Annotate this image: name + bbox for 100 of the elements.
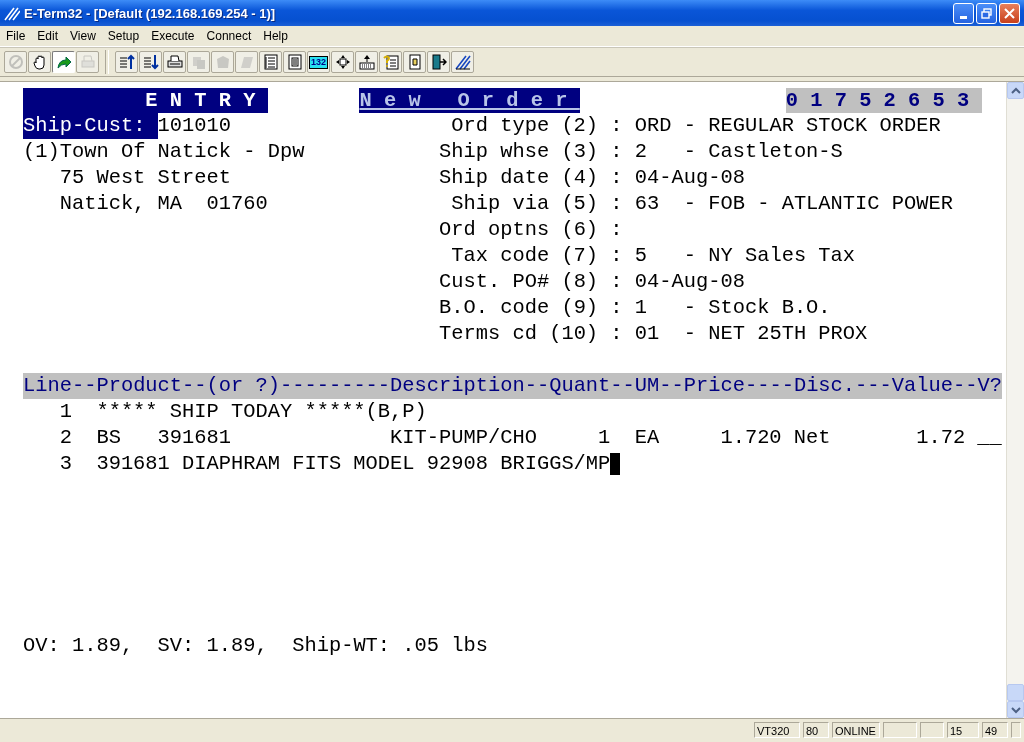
status-pane: VT320 xyxy=(754,721,800,738)
curved-arrow-icon xyxy=(55,54,72,70)
field-label: Ship whse (3) xyxy=(439,139,599,165)
screen-banner: ENTRY xyxy=(23,87,268,113)
menu-item[interactable]: Help xyxy=(257,28,294,44)
menu-item[interactable]: Setup xyxy=(101,28,146,44)
field-label: Ship date (4) xyxy=(439,165,599,191)
field-value[interactable]: 1 - Stock B.O. xyxy=(634,295,831,321)
prohibit-icon xyxy=(7,54,24,70)
screen-banner: New Order xyxy=(359,87,580,113)
field-label: Cust. PO# (8) xyxy=(439,269,599,295)
table-cell-text: Net xyxy=(793,425,832,451)
menu-item[interactable]: File xyxy=(0,28,32,44)
customer-name: Town Of Natick - Dpw xyxy=(59,139,305,165)
status-pane: 80 xyxy=(803,721,829,738)
input-field[interactable]: __ xyxy=(977,425,1002,451)
field-label: Ord type (2) xyxy=(450,113,599,139)
toolbar-button[interactable] xyxy=(331,51,354,73)
app-logo-icon xyxy=(4,5,20,21)
toolbar-button[interactable] xyxy=(259,51,282,73)
colon-separator: : xyxy=(610,113,623,139)
status-pane: 15 xyxy=(947,721,979,738)
menu-item[interactable]: Connect xyxy=(200,28,258,44)
table-cell-text: 1.72 xyxy=(916,425,967,451)
table-cell-text: BS xyxy=(96,425,122,451)
field-value[interactable]: ORD - REGULAR STOCK ORDER xyxy=(634,113,941,139)
table-cell-text: KIT-PUMP/CHO xyxy=(390,425,538,451)
copy-icon xyxy=(190,54,207,70)
scrollbar[interactable] xyxy=(1006,82,1024,718)
lines-up-arrow-icon xyxy=(118,54,135,70)
window-title: E-Term32 - [Default (192.168.169.254 - 1)] xyxy=(24,5,277,21)
colon-separator: : xyxy=(610,321,623,347)
minimize-icon xyxy=(960,15,967,19)
field-value[interactable]: 2 - Castleton-S xyxy=(634,139,843,165)
colon-separator: : xyxy=(610,295,623,321)
comment-text: 391681 DIAPHRAM FITS MODEL 92908 BRIGGS/MP xyxy=(96,451,611,477)
document-icon xyxy=(406,54,423,70)
field-label: Ship via (5) xyxy=(450,191,599,217)
close-icon xyxy=(1004,7,1015,19)
help-document-icon xyxy=(382,54,399,70)
field-label: Terms cd (10) xyxy=(439,321,599,347)
field-label: Ship-Cust: xyxy=(23,113,158,139)
lines-down-arrow-icon xyxy=(142,54,159,70)
field-value[interactable]: 04-Aug-08 xyxy=(634,165,745,191)
screen-banner: 01752653 xyxy=(785,87,982,113)
totals-text: OV: 1.89, SV: 1.89, Ship-WT: .05 lbs xyxy=(23,633,489,659)
toolbar-button[interactable] xyxy=(163,51,186,73)
grid-header: Line--Product--(or ?)---------Description--Quant--UM--Price----Disc.---Value--V? xyxy=(23,373,1002,399)
customer-number[interactable]: 101010 xyxy=(157,113,232,139)
restore-button[interactable] xyxy=(976,2,997,24)
field-label: Tax code (7) xyxy=(450,243,599,269)
printer-icon xyxy=(79,54,96,70)
status-pane: ONLINE xyxy=(832,721,880,738)
logo-icon xyxy=(454,54,471,70)
document-icon xyxy=(286,54,303,70)
close-button[interactable] xyxy=(999,2,1020,24)
colon-separator: : xyxy=(610,243,623,269)
line-number: 3 xyxy=(58,451,72,477)
colon-separator: : xyxy=(610,139,623,165)
toolbar-button[interactable] xyxy=(28,51,51,73)
table-cell-text: 1.720 xyxy=(720,425,783,451)
toolbar-button[interactable] xyxy=(139,51,162,73)
address-line: Natick, MA 01760 xyxy=(59,191,268,217)
menu-item[interactable]: Execute xyxy=(145,28,201,44)
restore-icon xyxy=(981,7,992,19)
colon-separator: : xyxy=(610,217,623,243)
parallelogram-icon xyxy=(238,54,255,70)
colon-separator: : xyxy=(610,269,623,295)
toolbar-button[interactable]: 132 xyxy=(307,51,330,73)
toolbar-button[interactable] xyxy=(451,51,474,73)
comment-text: ***** SHIP TODAY *****(B,P) xyxy=(96,399,427,425)
document-icon xyxy=(262,54,279,70)
colon-separator: : xyxy=(610,165,623,191)
scroll-thumb[interactable] xyxy=(1007,684,1024,701)
colon-separator: : xyxy=(610,191,623,217)
field-value[interactable]: 63 - FOB - ATLANTIC POWER xyxy=(634,191,953,217)
line-number: 1 xyxy=(58,399,72,425)
toolbar-button[interactable] xyxy=(427,51,450,73)
status-pane: 49 xyxy=(982,721,1008,738)
field-label: Ord optns (6) xyxy=(439,217,599,243)
toolbar-button[interactable] xyxy=(355,51,378,73)
table-cell: 1 xyxy=(598,425,611,451)
table-cell-text: 2 xyxy=(58,425,72,451)
toolbar-button[interactable] xyxy=(52,51,75,73)
menu-item[interactable]: Edit xyxy=(31,28,65,44)
upload-icon xyxy=(358,54,375,70)
field-value[interactable]: 04-Aug-08 xyxy=(634,269,745,295)
table-cell-text: 391681 xyxy=(157,425,232,451)
address-line: 75 West Street xyxy=(59,165,231,191)
toolbar-button[interactable] xyxy=(115,51,138,73)
minimize-button[interactable] xyxy=(953,2,974,24)
menu-item[interactable]: View xyxy=(64,28,102,44)
field-value[interactable]: 5 - NY Sales Tax xyxy=(634,243,856,269)
table-cell-text: EA xyxy=(634,425,661,451)
field-value[interactable]: 01 - NET 25TH PROX xyxy=(634,321,868,347)
field-number: (1) xyxy=(23,139,60,165)
hand-icon xyxy=(31,54,48,70)
printer-icon xyxy=(166,54,183,70)
move-icon xyxy=(334,54,351,70)
exit-door-icon xyxy=(430,54,447,70)
